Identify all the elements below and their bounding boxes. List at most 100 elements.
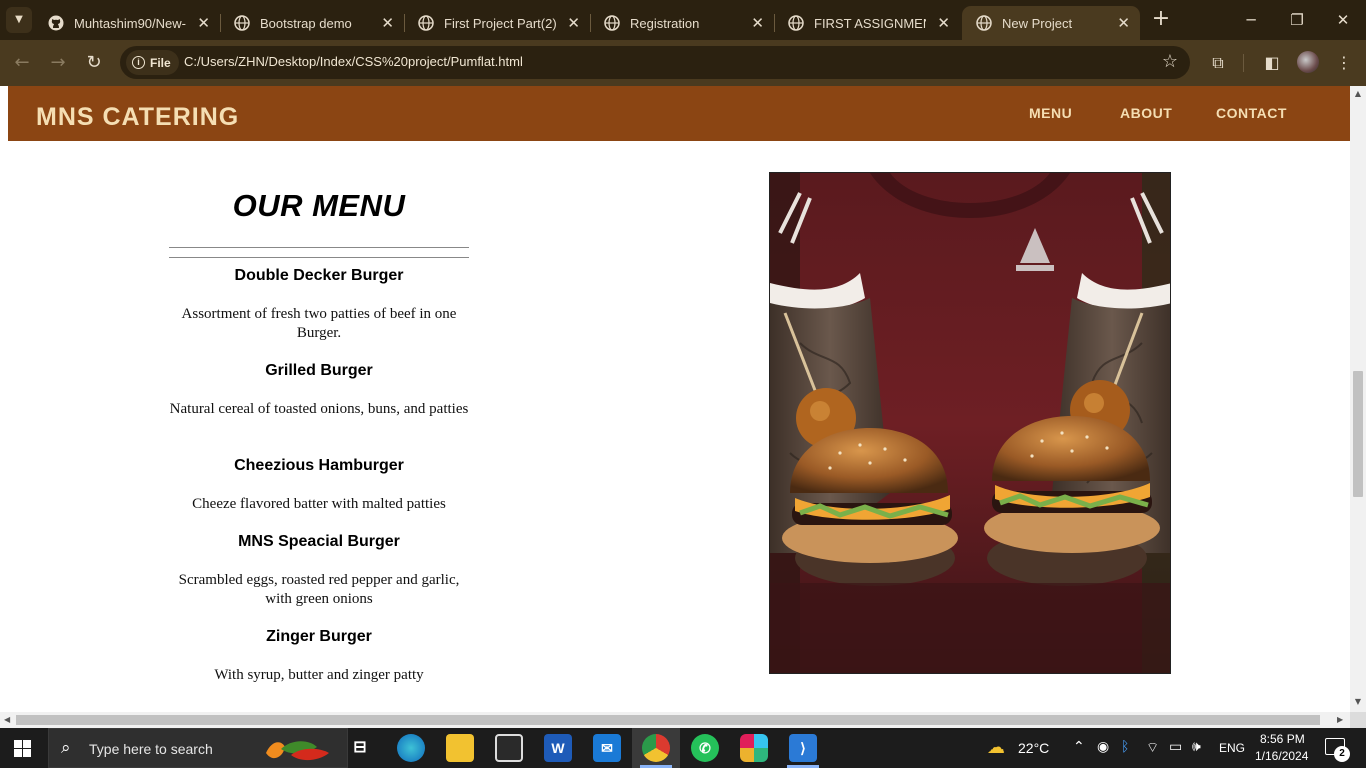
close-tab-icon[interactable]: ✕ [381, 14, 394, 32]
github-icon [48, 15, 64, 31]
close-tab-icon[interactable]: ✕ [567, 14, 580, 32]
scroll-left-arrow-icon[interactable]: ◀ [4, 715, 10, 724]
scroll-right-arrow-icon[interactable]: ▶ [1337, 715, 1343, 724]
tab-search-button[interactable]: ▼ [6, 7, 32, 33]
windows-start-icon[interactable] [14, 740, 31, 757]
menu-item-description: Scrambled eggs, roasted red pepper and g… [178, 572, 460, 607]
tab-first-assignment[interactable]: FIRST ASSIGNMENT ✕ [774, 6, 960, 40]
weather-temperature[interactable]: 22°C [1018, 740, 1049, 756]
nav-link-about[interactable]: ABOUT [1120, 105, 1172, 121]
vertical-scrollbar[interactable]: ▲ ▼ [1350, 86, 1366, 712]
microsoft-store-icon[interactable] [495, 734, 523, 762]
tab-new-project[interactable]: New Project ✕ [962, 6, 1140, 40]
tab-label: Muhtashim90/New-P [74, 15, 186, 31]
address-bar[interactable]: i File C:/Users/ZHN/Desktop/Index/CSS%20… [120, 46, 1190, 79]
menu-item-name: Zinger Burger [266, 628, 372, 645]
nav-link-contact[interactable]: CONTACT [1216, 105, 1287, 121]
menu-item-name: Grilled Burger [265, 362, 373, 379]
close-tab-icon[interactable]: ✕ [751, 14, 764, 32]
tab-registration[interactable]: Registration ✕ [590, 6, 774, 40]
reload-button[interactable]: ↻ [82, 51, 106, 75]
search-placeholder: Type here to search [89, 741, 213, 757]
weather-icon[interactable]: ☁ [987, 737, 1005, 758]
menu-item-name: Double Decker Burger [234, 267, 404, 284]
clock-time[interactable]: 8:56 PM [1260, 732, 1305, 746]
restore-button[interactable]: ❐ [1274, 8, 1320, 32]
close-tab-icon[interactable]: ✕ [197, 14, 210, 32]
mail-icon[interactable]: ✉ [593, 734, 621, 762]
whatsapp-icon[interactable]: ✆ [691, 734, 719, 762]
tab-label: Registration [630, 15, 700, 31]
menu-item-name: Cheezious Hamburger [234, 457, 404, 474]
browser-toolbar: ← → ↻ i File C:/Users/ZHN/Desktop/Index/… [0, 40, 1366, 86]
scroll-down-arrow-icon[interactable]: ▼ [1350, 697, 1366, 706]
info-icon: i [132, 56, 145, 69]
menu-item-description: Assortment of fresh two patties of beef … [181, 306, 457, 341]
back-button[interactable]: ← [10, 51, 34, 75]
file-explorer-icon[interactable] [446, 734, 474, 762]
show-hidden-icons-chevron-icon[interactable]: ⌃ [1073, 739, 1085, 755]
brand-logo[interactable]: MNS CATERING [36, 103, 239, 132]
tab-bar: ▼ Muhtashim90/New-P ✕ Bootstrap demo ✕ F… [0, 0, 1366, 40]
tab-label: First Project Part(2) [444, 15, 556, 31]
tab-label: Bootstrap demo [260, 15, 352, 31]
word-icon[interactable]: W [544, 734, 572, 762]
search-icon: ⌕ [61, 738, 71, 758]
vscode-icon[interactable]: ⟩ [789, 734, 817, 762]
record-icon[interactable]: ◉ [1097, 739, 1109, 755]
close-window-button[interactable]: ✕ [1320, 8, 1366, 32]
divider-line [169, 247, 469, 248]
chrome-icon[interactable] [642, 734, 670, 762]
tab-label: FIRST ASSIGNMENT [814, 15, 926, 31]
new-tab-button[interactable]: + [1150, 8, 1172, 30]
notification-count-badge: 2 [1334, 746, 1350, 762]
close-tab-icon[interactable]: ✕ [1117, 14, 1130, 32]
url-text[interactable]: C:/Users/ZHN/Desktop/Index/CSS%20project… [184, 54, 523, 69]
tab-bootstrap-demo[interactable]: Bootstrap demo ✕ [220, 6, 404, 40]
menu-title: OUR MENU [232, 188, 406, 223]
more-menu-icon[interactable]: ⋮ [1332, 51, 1356, 75]
volume-icon[interactable]: 🕪 [1192, 739, 1201, 755]
site-info-chip[interactable]: i File [126, 50, 179, 75]
menu-item-name: MNS Speacial Burger [238, 533, 400, 550]
globe-icon [976, 15, 992, 31]
language-indicator[interactable]: ENG [1219, 741, 1245, 755]
tab-first-project[interactable]: First Project Part(2) ✕ [404, 6, 590, 40]
extensions-icon[interactable]: ⧉ [1206, 51, 1230, 75]
close-tab-icon[interactable]: ✕ [937, 14, 950, 32]
menu-item-description: With syrup, butter and zinger patty [214, 667, 424, 683]
horizontal-scrollbar[interactable]: ◀ ▶ [0, 712, 1350, 728]
toolbar-divider [1243, 54, 1244, 72]
scroll-up-arrow-icon[interactable]: ▲ [1350, 89, 1366, 98]
slack-icon[interactable] [740, 734, 768, 762]
task-view-icon[interactable]: ⊟ [346, 734, 374, 762]
forward-button[interactable]: → [46, 51, 70, 75]
wifi-icon[interactable]: ⌔ [1146, 739, 1159, 757]
edge-icon[interactable] [397, 734, 425, 762]
tab-label: New Project [1002, 15, 1073, 31]
globe-icon [788, 15, 804, 31]
clock-date[interactable]: 1/16/2024 [1255, 749, 1308, 763]
taskbar-search-input[interactable]: ⌕ Type here to search [48, 728, 348, 768]
windows-taskbar: ⌕ Type here to search ⊟ W ✉ ✆ ⟩ ☁ 22°C ⌃… [0, 728, 1366, 768]
site-navbar: MNS CATERING MENU ABOUT CONTACT [8, 86, 1350, 141]
page-viewport: MNS CATERING MENU ABOUT CONTACT OUR MENU… [0, 86, 1350, 712]
battery-icon[interactable]: ▭ [1169, 739, 1182, 755]
globe-icon [234, 15, 250, 31]
scrollbar-corner [1350, 712, 1366, 728]
burger-photo [769, 172, 1171, 674]
globe-icon [418, 15, 434, 31]
tab-github[interactable]: Muhtashim90/New-P ✕ [34, 6, 220, 40]
chili-peppers-icon [266, 741, 329, 761]
minimize-button[interactable]: ─ [1228, 8, 1274, 32]
menu-item-description: Natural cereal of toasted onions, buns, … [169, 401, 469, 417]
horizontal-scroll-thumb[interactable] [16, 715, 1320, 725]
bluetooth-icon[interactable]: ᛒ [1121, 739, 1129, 755]
profile-avatar[interactable] [1297, 51, 1319, 73]
menu-item-description: Cheeze flavored batter with malted patti… [192, 496, 446, 512]
bookmark-star-icon[interactable]: ☆ [1162, 51, 1178, 72]
nav-link-menu[interactable]: MENU [1029, 105, 1072, 121]
side-panel-icon[interactable]: ◧ [1260, 51, 1284, 75]
vertical-scroll-thumb[interactable] [1353, 371, 1363, 497]
file-chip-label: File [150, 55, 171, 70]
